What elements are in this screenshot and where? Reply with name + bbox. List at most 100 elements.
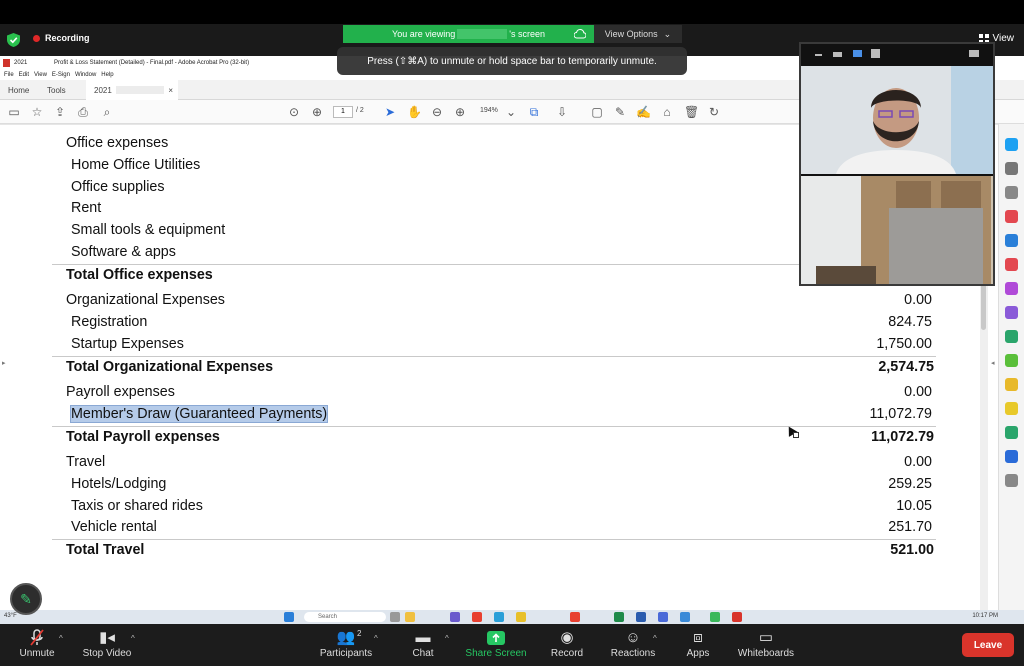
rotate-icon[interactable]: ↻: [707, 105, 721, 119]
row-label[interactable]: Software & apps: [71, 244, 176, 260]
shield-check-icon[interactable]: [7, 33, 20, 47]
row-amount[interactable]: 259.25: [888, 476, 932, 492]
video-options-chevron-icon[interactable]: ^: [131, 634, 135, 643]
row-amount[interactable]: 251.70: [888, 519, 932, 535]
left-panel-toggle-icon[interactable]: ▸: [2, 359, 6, 367]
acrobat-sync-icon[interactable]: [1005, 138, 1018, 151]
fit-page-icon[interactable]: ⧉: [527, 105, 541, 119]
sign-icon[interactable]: ✍: [636, 105, 651, 119]
menu-edit[interactable]: Edit: [19, 72, 29, 78]
leave-button[interactable]: Leave: [962, 633, 1014, 657]
taskbar-app-3-icon[interactable]: [570, 612, 580, 622]
menu-esign[interactable]: E-Sign: [52, 72, 70, 78]
row-label[interactable]: Payroll expenses: [66, 384, 175, 400]
windows-start-icon[interactable]: [284, 612, 294, 622]
row-label[interactable]: Taxis or shared rides: [71, 498, 203, 514]
row-amount[interactable]: 0.00: [904, 292, 932, 308]
chevron-down-icon[interactable]: ⌄: [504, 105, 518, 119]
reactions-chevron-icon[interactable]: ^: [653, 634, 657, 643]
row-amount[interactable]: 0.00: [904, 454, 932, 470]
row-label[interactable]: Startup Expenses: [71, 336, 184, 352]
row-label[interactable]: Office expenses: [66, 135, 168, 151]
minimize-icon[interactable]: [815, 54, 822, 56]
file-explorer-icon[interactable]: [405, 612, 415, 622]
participants-button[interactable]: 👥 Participants: [311, 628, 381, 664]
excel-icon[interactable]: [614, 612, 624, 622]
row-amount[interactable]: 11,072.79: [869, 406, 932, 422]
trash-icon[interactable]: 🗑: [684, 105, 699, 119]
zoom-level[interactable]: 194%: [480, 107, 498, 114]
account-icon[interactable]: [1005, 162, 1018, 175]
row-label[interactable]: Hotels/Lodging: [71, 476, 166, 492]
speaker-view-icon[interactable]: [833, 52, 842, 57]
export-pdf-icon[interactable]: [1005, 234, 1018, 247]
page-number-input[interactable]: 1: [333, 106, 353, 118]
reactions-button[interactable]: ☺ Reactions: [598, 628, 668, 664]
menu-window[interactable]: Window: [75, 72, 96, 78]
compress-icon[interactable]: [1005, 378, 1018, 391]
row-amount[interactable]: 824.75: [888, 314, 932, 330]
participants-chevron-icon[interactable]: ^: [374, 634, 378, 643]
share-screen-button[interactable]: Share Screen: [461, 628, 531, 664]
page-up-icon[interactable]: ⊙: [287, 105, 301, 119]
teams-icon[interactable]: [658, 612, 668, 622]
row-label[interactable]: Total Payroll expenses: [66, 429, 220, 445]
tab-document[interactable]: 2021 ×: [86, 80, 178, 100]
taskbar-app-1-icon[interactable]: [390, 612, 400, 622]
participant-video-tile-2[interactable]: [801, 176, 993, 284]
page-down-icon[interactable]: ⊕: [310, 105, 324, 119]
row-label[interactable]: Travel: [66, 454, 105, 470]
zoom-app-icon[interactable]: [680, 612, 690, 622]
chrome-icon[interactable]: [472, 612, 482, 622]
tab-tools[interactable]: Tools: [47, 80, 87, 100]
scroll-mode-icon[interactable]: ⇩: [555, 105, 569, 119]
menu-file[interactable]: File: [4, 72, 14, 78]
tools-more-icon[interactable]: [1005, 474, 1018, 487]
row-label[interactable]: Rent: [71, 200, 101, 216]
row-label[interactable]: Member's Draw (Guaranteed Payments): [69, 405, 329, 423]
row-amount[interactable]: 11,072.79: [871, 429, 934, 445]
organize-pages-icon[interactable]: [1005, 330, 1018, 343]
tab-home[interactable]: Home: [8, 80, 48, 100]
recording-indicator[interactable]: Recording: [33, 33, 90, 43]
star-icon[interactable]: ☆: [30, 105, 44, 119]
edge-icon[interactable]: [494, 612, 504, 622]
folder-icon[interactable]: [516, 612, 526, 622]
word-icon[interactable]: [636, 612, 646, 622]
row-label[interactable]: Registration: [71, 314, 147, 330]
row-amount[interactable]: 10.05: [896, 498, 932, 514]
row-label[interactable]: Home Office Utilities: [71, 157, 200, 173]
menu-help[interactable]: Help: [101, 72, 113, 78]
fullscreen-icon[interactable]: [969, 50, 979, 57]
record-button[interactable]: ◉ Record: [532, 628, 602, 664]
zoom-in-icon[interactable]: ⊕: [453, 105, 467, 119]
acrobat-icon[interactable]: [732, 612, 742, 622]
whiteboards-button[interactable]: ▭ Whiteboards: [731, 628, 801, 664]
video-gallery-panel[interactable]: [799, 42, 995, 286]
row-label[interactable]: Small tools & equipment: [71, 222, 225, 238]
taskbar-app-2-icon[interactable]: [450, 612, 460, 622]
comment-tool-icon[interactable]: [1005, 402, 1018, 415]
row-amount[interactable]: 521.00: [890, 542, 934, 558]
participant-video-tile-1[interactable]: [801, 66, 993, 174]
print-production-icon[interactable]: [1005, 426, 1018, 439]
protect-icon[interactable]: [1005, 450, 1018, 463]
taskbar-search[interactable]: Search: [304, 612, 386, 622]
save-icon[interactable]: ▭: [7, 105, 21, 119]
menu-view[interactable]: View: [34, 72, 47, 78]
row-label[interactable]: Office supplies: [71, 179, 165, 195]
row-label[interactable]: Vehicle rental: [71, 519, 157, 535]
create-pdf-icon[interactable]: [1005, 210, 1018, 223]
weather-temp[interactable]: 43°F: [4, 613, 17, 619]
system-clock[interactable]: 10:17 PM: [972, 613, 998, 619]
apps-button[interactable]: ⧈ Apps: [663, 628, 733, 664]
hand-icon[interactable]: ✋: [407, 105, 422, 119]
zoom-out-icon[interactable]: ⊖: [430, 105, 444, 119]
gallery-view-icon[interactable]: [871, 49, 880, 58]
search-icon[interactable]: ⌕: [100, 105, 114, 119]
view-options-button[interactable]: View Options ⌄: [594, 25, 682, 43]
whatsapp-icon[interactable]: [710, 612, 720, 622]
fill-sign-icon[interactable]: [1005, 306, 1018, 319]
magnifier-icon[interactable]: [1005, 186, 1018, 199]
select-cursor-icon[interactable]: ➤: [383, 105, 397, 119]
